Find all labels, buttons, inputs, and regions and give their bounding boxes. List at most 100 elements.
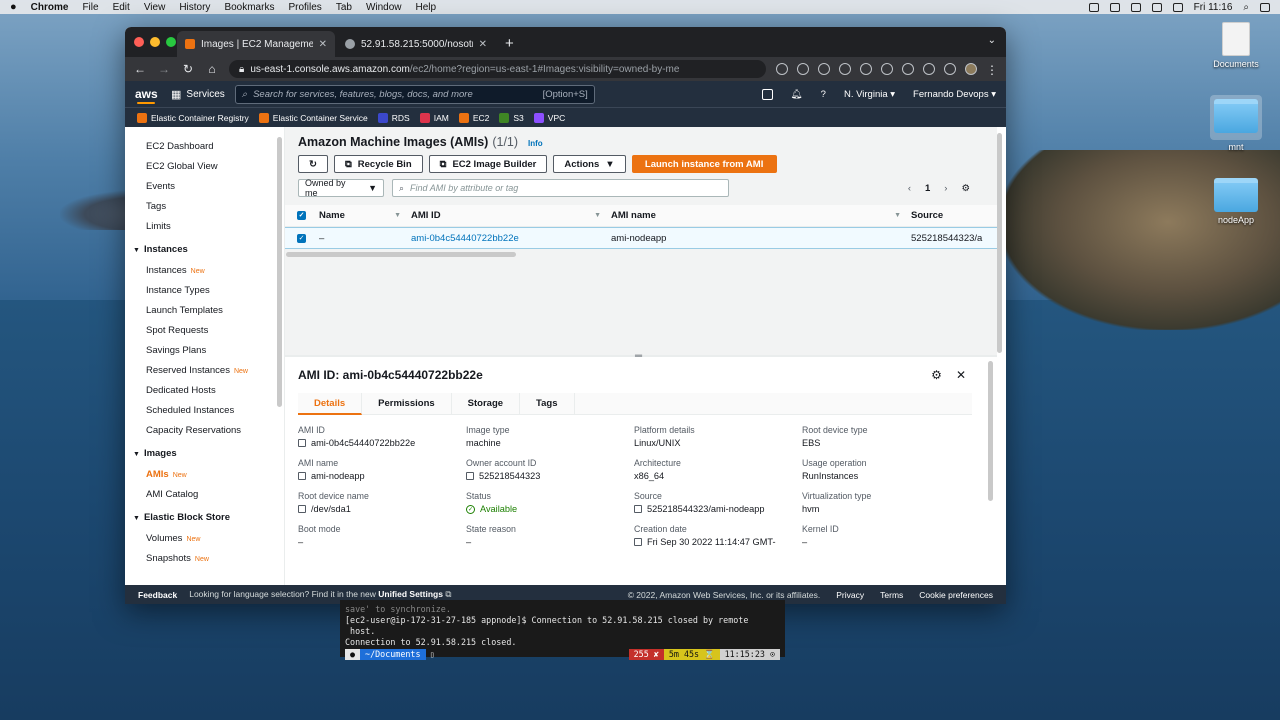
menu-tab[interactable]: Tab: [336, 2, 352, 13]
sidebar-item-dedicated-hosts[interactable]: Dedicated Hosts: [125, 381, 284, 401]
ami-search-input[interactable]: ⌕ Find AMI by attribute or tag: [392, 179, 729, 197]
home-icon[interactable]: ⌂: [205, 62, 219, 76]
col-ami-id[interactable]: AMI ID ▼: [411, 210, 611, 221]
reload-icon[interactable]: ↻: [181, 62, 195, 76]
page-number[interactable]: 1: [925, 183, 930, 194]
sidebar-item-ec2-dashboard[interactable]: EC2 Dashboard: [125, 137, 284, 157]
favorite-ecr[interactable]: Elastic Container Registry: [137, 112, 249, 123]
sidebar-item-snapshots[interactable]: Snapshots New: [125, 549, 284, 569]
favorite-iam[interactable]: IAM: [419, 112, 449, 123]
select-all-checkbox[interactable]: ✓: [297, 211, 306, 220]
bookmark-star-icon[interactable]: [818, 63, 830, 75]
sidebar-item-amis[interactable]: AMIs New: [125, 465, 284, 485]
help-icon[interactable]: ?: [821, 89, 826, 100]
wifi-icon[interactable]: [1151, 2, 1162, 12]
desktop-icon-mnt[interactable]: mnt: [1206, 95, 1266, 152]
sidebar-item-capacity-reservations[interactable]: Capacity Reservations: [125, 421, 284, 441]
cookie-preferences-link[interactable]: Cookie preferences: [919, 590, 993, 600]
menu-view[interactable]: View: [144, 2, 166, 13]
unified-settings-link[interactable]: Unified Settings: [378, 589, 443, 599]
info-link[interactable]: Info: [528, 139, 543, 148]
privacy-link[interactable]: Privacy: [836, 590, 864, 600]
sidebar-item-reserved-instances[interactable]: Reserved Instances New: [125, 361, 284, 381]
sidebar-item-events[interactable]: Events: [125, 177, 284, 197]
sidebar-item-tags[interactable]: Tags: [125, 197, 284, 217]
sidebar-item-instance-types[interactable]: Instance Types: [125, 281, 284, 301]
region-selector[interactable]: N. Virginia ▾: [844, 89, 895, 100]
close-icon[interactable]: ✕: [956, 368, 966, 382]
sidebar-item-savings-plans[interactable]: Savings Plans: [125, 341, 284, 361]
col-name[interactable]: Name ▼: [317, 210, 411, 221]
tab-details[interactable]: Details: [298, 392, 363, 415]
next-page-icon[interactable]: ›: [944, 183, 947, 194]
sidebar-section-ebs[interactable]: ▼ Elastic Block Store: [125, 505, 284, 529]
aws-logo[interactable]: aws: [135, 87, 161, 104]
copy-icon[interactable]: [298, 472, 306, 480]
desktop-icon-documents[interactable]: Documents: [1206, 22, 1266, 69]
gear-icon[interactable]: ⚙: [961, 183, 970, 194]
minimize-window-button[interactable]: [150, 37, 160, 47]
gear-icon[interactable]: ⚙: [931, 368, 942, 382]
table-horizontal-scrollbar[interactable]: [286, 252, 516, 257]
status-icon[interactable]: [1109, 2, 1120, 12]
sidebar-item-ami-catalog[interactable]: AMI Catalog: [125, 485, 284, 505]
close-tab-icon[interactable]: ✕: [479, 39, 487, 50]
account-menu[interactable]: Fernando Devops ▾: [913, 89, 996, 100]
aws-search-input[interactable]: ⌕ Search for services, features, blogs, …: [234, 84, 595, 104]
bell-icon[interactable]: 🔔︎: [791, 89, 803, 100]
owner-filter-select[interactable]: Owned by me ▼: [298, 178, 384, 198]
copy-icon[interactable]: [466, 472, 474, 480]
sidebar-item-scheduled-instances[interactable]: Scheduled Instances: [125, 401, 284, 421]
favorite-ec2[interactable]: EC2: [458, 112, 489, 123]
back-icon[interactable]: ←: [133, 62, 147, 76]
menu-bookmarks[interactable]: Bookmarks: [224, 2, 274, 13]
spotlight-icon[interactable]: ⌕: [1243, 2, 1249, 13]
favorite-s3[interactable]: S3: [499, 112, 524, 123]
menu-app[interactable]: Chrome: [31, 2, 69, 13]
close-tab-icon[interactable]: ✕: [319, 39, 327, 50]
browser-tab-nosotros[interactable]: 52.91.58.215:5000/nosotros ✕: [337, 31, 495, 57]
actions-dropdown[interactable]: Actions ▼: [553, 155, 626, 173]
control-center-icon[interactable]: [1260, 2, 1270, 12]
browser-tab-ec2[interactable]: Images | EC2 Management Co ✕: [177, 31, 335, 57]
menu-clock[interactable]: Fri 11:16: [1194, 2, 1233, 13]
puzzle-icon[interactable]: [902, 63, 914, 75]
copy-icon[interactable]: [634, 538, 642, 546]
zoom-window-button[interactable]: [166, 37, 176, 47]
status-icon[interactable]: [1088, 2, 1099, 12]
col-source[interactable]: Source: [911, 210, 997, 221]
translate-icon[interactable]: [776, 63, 788, 75]
sidebar-item-spot-requests[interactable]: Spot Requests: [125, 321, 284, 341]
menu-profiles[interactable]: Profiles: [288, 2, 321, 13]
reading-list-icon[interactable]: [923, 63, 935, 75]
desktop-icon-nodeapp[interactable]: nodeApp: [1206, 178, 1266, 225]
list-scrollbar[interactable]: [997, 133, 1002, 353]
close-window-button[interactable]: [134, 37, 144, 47]
launch-instance-button[interactable]: Launch instance from AMI: [631, 155, 777, 173]
menu-file[interactable]: File: [82, 2, 98, 13]
col-ami-name[interactable]: AMI name ▼: [611, 210, 911, 221]
menu-edit[interactable]: Edit: [113, 2, 130, 13]
sidebar-scrollbar[interactable]: [277, 137, 282, 407]
sidebar-item-limits[interactable]: Limits: [125, 217, 284, 237]
copy-icon[interactable]: [298, 505, 306, 513]
details-scrollbar[interactable]: [988, 361, 993, 501]
services-menu[interactable]: ▦ Services: [171, 88, 225, 101]
menu-history[interactable]: History: [179, 2, 210, 13]
sidebar-section-instances[interactable]: ▼ Instances: [125, 237, 284, 261]
tab-storage[interactable]: Storage: [452, 392, 521, 415]
tab-tags[interactable]: Tags: [520, 392, 575, 415]
extension-icon[interactable]: [860, 63, 872, 75]
lock-icon[interactable]: 🔒︎: [239, 64, 244, 75]
favorite-ecs[interactable]: Elastic Container Service: [258, 112, 368, 123]
new-tab-button[interactable]: +: [505, 35, 514, 52]
sidebar-section-images[interactable]: ▼ Images: [125, 441, 284, 465]
tab-permissions[interactable]: Permissions: [362, 392, 452, 415]
row-checkbox[interactable]: ✓: [297, 233, 306, 243]
sidebar-item-instances[interactable]: Instances New: [125, 261, 284, 281]
sidebar-item-ec2-global-view[interactable]: EC2 Global View: [125, 157, 284, 177]
extension-icon[interactable]: [839, 63, 851, 75]
terminal-window[interactable]: save' to synchronize. [ec2-user@ip-172-3…: [340, 600, 785, 660]
copy-icon[interactable]: [634, 505, 642, 513]
volume-icon[interactable]: [1172, 2, 1183, 12]
